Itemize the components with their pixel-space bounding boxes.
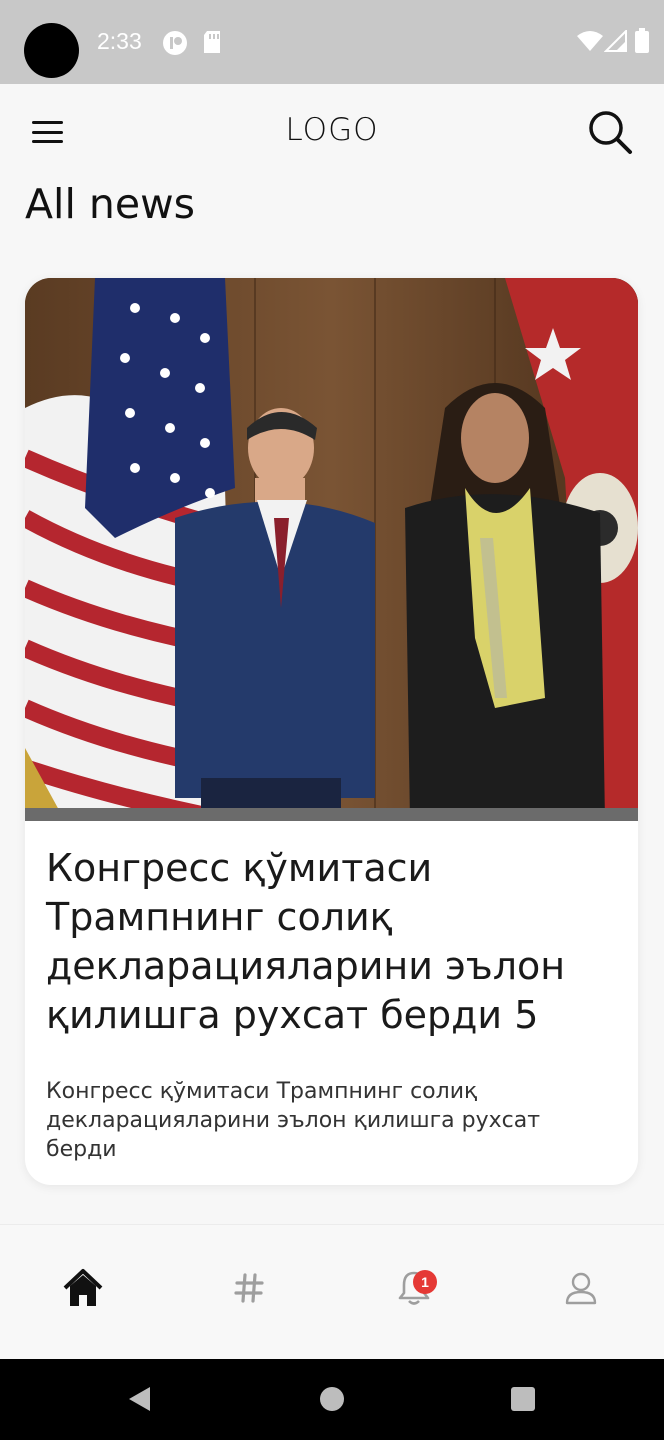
status-time: 2:33 (97, 28, 142, 54)
bottom-navigation: 1 (0, 1224, 664, 1359)
nav-profile[interactable] (556, 1265, 606, 1315)
logo: LOGO (285, 112, 379, 148)
nav-home[interactable] (58, 1265, 108, 1315)
news-card[interactable]: Конгресс қўмитаси Трампнинг солиқ деклар… (25, 278, 638, 1185)
app-header: LOGO (0, 84, 664, 180)
back-icon[interactable] (126, 1385, 152, 1417)
system-navigation-bar (0, 1359, 664, 1440)
hashtag-icon (234, 1273, 264, 1307)
page-title: All news (25, 180, 195, 228)
home-icon (62, 1268, 104, 1312)
status-bar: 2:33 (0, 0, 664, 84)
news-image (25, 278, 638, 821)
sd-card-icon (202, 30, 222, 58)
search-icon[interactable] (586, 108, 634, 156)
nav-tags[interactable] (224, 1265, 274, 1315)
nav-notifications[interactable]: 1 (389, 1265, 439, 1315)
news-summary: Конгресс қўмитаси Трампнинг солиқ деклар… (46, 1079, 541, 1162)
vpn-key-icon (162, 30, 188, 60)
notification-badge: 1 (413, 1270, 437, 1294)
recents-icon[interactable] (510, 1386, 536, 1416)
profile-icon (564, 1271, 598, 1309)
news-title[interactable]: Конгресс қўмитаси Трампнинг солиқ деклар… (46, 844, 621, 1040)
camera-cutout (24, 23, 79, 78)
home-circle-icon[interactable] (319, 1386, 345, 1416)
wifi-icon (576, 30, 604, 56)
battery-icon (634, 28, 650, 58)
signal-icon (603, 28, 628, 56)
